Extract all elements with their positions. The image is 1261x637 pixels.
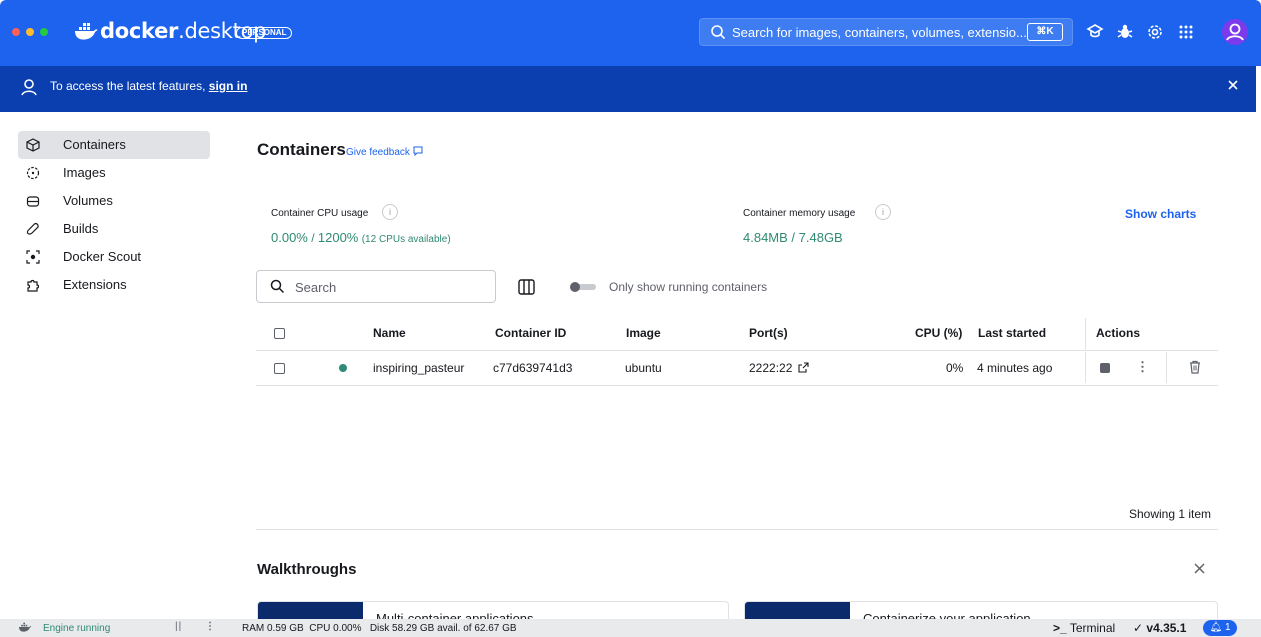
external-link-icon <box>798 362 809 373</box>
info-icon[interactable]: i <box>382 204 398 220</box>
close-icon[interactable] <box>1226 78 1240 92</box>
volume-icon <box>26 196 40 207</box>
more-options-icon[interactable]: ⋮ <box>205 621 215 632</box>
notification-count: 1 <box>1224 622 1231 633</box>
cpu-percent: 0% <box>946 361 964 375</box>
sidebar-item-label: Extensions <box>63 277 127 292</box>
section-divider <box>256 529 1218 530</box>
terminal-button[interactable]: >_ Terminal <box>1053 621 1115 635</box>
container-search-input[interactable] <box>295 279 485 295</box>
window-zoom-button[interactable] <box>40 28 48 36</box>
window-close-button[interactable] <box>12 28 20 36</box>
more-actions-button[interactable]: ⋮ <box>1136 359 1149 375</box>
sidebar-item-label: Docker Scout <box>63 249 142 264</box>
cpu-usage-value: 0.00% / 1200% (12 CPUs available) <box>271 230 451 245</box>
terminal-icon: >_ <box>1053 621 1067 635</box>
version-label: v4.35.1 <box>1146 621 1187 635</box>
sidebar-item-docker-scout[interactable]: Docker Scout <box>18 243 210 271</box>
scout-icon <box>26 250 40 264</box>
stop-button[interactable] <box>1100 363 1110 373</box>
port-label: 2222:22 <box>749 361 793 375</box>
sidebar-item-label: Volumes <box>63 193 113 208</box>
page-title: Containers <box>257 140 346 159</box>
account-avatar[interactable] <box>1222 19 1248 45</box>
check-icon: ✓ <box>1133 621 1144 635</box>
pause-icon[interactable]: || <box>175 621 182 632</box>
notifications-button[interactable]: 🔔︎ 1 <box>1203 620 1237 636</box>
engine-status[interactable]: Engine running <box>43 623 110 634</box>
container-name-link[interactable]: inspiring_pasteur <box>373 361 464 375</box>
cpu-usage-label: Container CPU usage <box>271 208 369 219</box>
sidebar-item-volumes[interactable]: Volumes <box>18 187 210 215</box>
sign-in-link[interactable]: sign in <box>209 79 248 93</box>
image-icon <box>26 166 40 180</box>
extensions-icon <box>27 279 40 292</box>
column-header-cpu[interactable]: CPU (%) <box>915 326 962 340</box>
running-only-toggle[interactable] <box>570 282 596 292</box>
port-link[interactable]: 2222:22 <box>749 361 809 375</box>
table-divider <box>256 385 1218 386</box>
column-header-last-started[interactable]: Last started <box>978 326 1046 340</box>
container-icon <box>26 138 40 152</box>
close-icon[interactable] <box>1193 562 1206 575</box>
give-feedback-link[interactable]: Give feedback <box>346 146 423 158</box>
info-icon[interactable]: i <box>875 204 891 220</box>
build-icon <box>26 222 39 235</box>
terminal-label: Terminal <box>1069 621 1116 635</box>
item-count: Showing 1 item <box>1129 507 1212 521</box>
column-divider <box>1166 352 1167 383</box>
extensions-grid-icon[interactable] <box>1177 23 1195 41</box>
walkthroughs-title: Walkthroughs <box>257 561 357 578</box>
feedback-icon <box>413 146 423 157</box>
column-header-image[interactable]: Image <box>626 326 661 340</box>
column-header-name[interactable]: Name <box>373 326 406 340</box>
window-minimize-button[interactable] <box>26 28 34 36</box>
running-only-label: Only show running containers <box>609 280 768 294</box>
search-icon <box>711 25 726 40</box>
show-charts-button[interactable]: Show charts <box>1125 207 1196 221</box>
container-id[interactable]: c77d639741d3 <box>493 361 572 375</box>
last-started: 4 minutes ago <box>977 361 1053 375</box>
column-divider <box>1085 352 1086 383</box>
sidebar-item-builds[interactable]: Builds <box>18 215 210 243</box>
sidebar-item-containers[interactable]: Containers <box>18 131 210 159</box>
row-checkbox[interactable] <box>274 363 285 374</box>
columns-icon[interactable] <box>518 279 535 295</box>
version-indicator[interactable]: ✓ v4.35.1 <box>1133 621 1186 635</box>
settings-icon[interactable] <box>1146 23 1164 41</box>
running-status-dot <box>339 364 347 372</box>
sidebar-item-extensions[interactable]: Extensions <box>18 271 210 299</box>
container-image[interactable]: ubuntu <box>625 361 662 375</box>
troubleshoot-icon[interactable] <box>1116 23 1134 41</box>
column-header-ports[interactable]: Port(s) <box>749 326 788 340</box>
sidebar-item-label: Images <box>63 165 106 180</box>
docker-whale-icon <box>19 622 32 632</box>
column-divider <box>1085 318 1086 350</box>
column-header-container-id[interactable]: Container ID <box>495 326 566 340</box>
user-icon <box>21 79 37 96</box>
memory-usage-value: 4.84MB / 7.48GB <box>743 230 843 245</box>
sidebar-item-label: Builds <box>63 221 99 236</box>
memory-usage-label: Container memory usage <box>743 208 856 219</box>
resource-stats: RAM 0.59 GB CPU 0.00% Disk 58.29 GB avai… <box>242 623 517 634</box>
plan-badge: PERSONAL <box>236 27 293 39</box>
search-shortcut-badge: ⌘K <box>1027 23 1063 41</box>
select-all-checkbox[interactable] <box>274 328 285 339</box>
sidebar-item-label: Containers <box>63 137 126 152</box>
global-search-placeholder[interactable]: Search for images, containers, volumes, … <box>732 25 1027 40</box>
delete-icon[interactable] <box>1188 360 1202 374</box>
learning-center-icon[interactable] <box>1086 23 1104 41</box>
column-header-actions: Actions <box>1096 326 1141 340</box>
sidebar-item-images[interactable]: Images <box>18 159 210 187</box>
account-icon <box>1226 23 1244 41</box>
banner-message: To access the latest features, sign in <box>50 79 248 93</box>
bell-icon: 🔔︎ <box>1209 622 1223 633</box>
docker-whale-icon <box>75 23 98 40</box>
search-icon <box>270 279 285 294</box>
feedback-label: Give feedback <box>346 147 410 158</box>
